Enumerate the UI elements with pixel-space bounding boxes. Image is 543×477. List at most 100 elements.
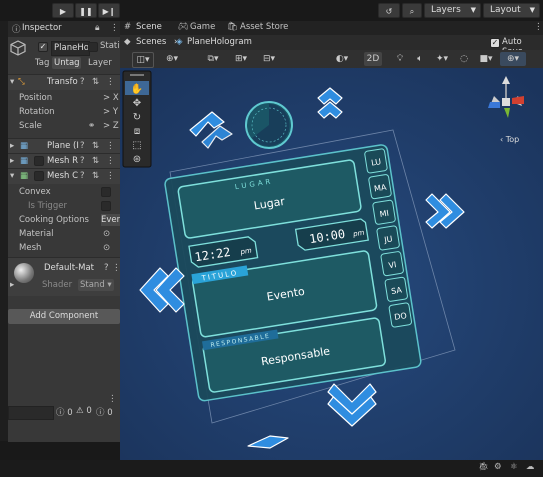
pause-button[interactable]: ❚❚ xyxy=(75,3,97,18)
tab-asset-store[interactable]: Asset Store xyxy=(240,22,288,32)
cooking-options-dropdown[interactable]: Even xyxy=(101,214,120,226)
is-trigger-checkbox[interactable] xyxy=(101,201,111,211)
rotate-tool-icon[interactable]: ↻ xyxy=(133,112,141,123)
settings-sliders-icon[interactable]: ⇅ xyxy=(92,139,99,154)
log-count[interactable]: ⓘ 0 xyxy=(96,406,113,418)
material-name: Default-Mat xyxy=(44,263,94,273)
pivot-rotation-dropdown[interactable]: ⧉▾ xyxy=(202,52,224,66)
shading-mode-dropdown[interactable]: ◐▾ xyxy=(330,52,354,66)
mesh-renderer-header[interactable]: ▸ ▦ Mesh R ? ⇅ ⋮ xyxy=(8,153,120,169)
layers-dropdown[interactable]: Layers ▼ xyxy=(424,3,481,18)
convex-checkbox[interactable] xyxy=(101,187,111,197)
static-checkbox[interactable] xyxy=(88,42,98,52)
kebab-menu-icon[interactable]: ⋮ xyxy=(534,22,543,32)
scale-x[interactable]: > Z xyxy=(103,119,119,133)
prefab-cube-icon: ◈ xyxy=(176,37,183,47)
step-button[interactable]: ▶❙ xyxy=(98,3,120,18)
help-icon[interactable]: ? xyxy=(80,139,85,154)
console-search-input[interactable] xyxy=(8,406,54,420)
tool-handle-dropdown[interactable]: ⊕▾ xyxy=(160,52,184,66)
move-tool-icon[interactable]: ✥ xyxy=(133,98,141,109)
inspector-tab[interactable]: Inspector xyxy=(22,23,62,33)
hologram-panel[interactable]: LUGAR Lugar 12:22 pm 10:00 pm TITULO Eve… xyxy=(164,144,422,402)
scene-tool-palette[interactable]: ✋ ✥ ↻ ⧈ ⬚ ⊛ xyxy=(122,70,152,168)
hand-tool-icon[interactable]: ✋ xyxy=(131,82,143,95)
material-label: Material xyxy=(19,229,54,239)
mesh-grid-icon: ▦ xyxy=(20,141,29,151)
mesh-renderer-title: Mesh R xyxy=(47,156,78,166)
error-count[interactable]: ⓘ 0 xyxy=(56,406,73,418)
tab-game[interactable]: Game xyxy=(190,22,215,32)
rotation-x[interactable]: > Y xyxy=(103,105,118,119)
object-picker-icon[interactable]: ⊙ xyxy=(103,241,110,255)
transform-header[interactable]: ▾ ⤡ Transfo ? ⇅ ⋮ xyxy=(8,74,120,90)
increment-snap-dropdown[interactable]: ⊟▾ xyxy=(258,52,280,66)
settings-sliders-icon[interactable]: ⇅ xyxy=(92,154,99,169)
add-component-button[interactable]: Add Component xyxy=(8,309,120,324)
mesh-collider-header[interactable]: ▾ ▦ Mesh C ? ⇅ ⋮ xyxy=(8,168,120,184)
enabled-checkbox[interactable] xyxy=(34,171,44,181)
enabled-checkbox[interactable] xyxy=(34,156,44,166)
mesh-filter-header[interactable]: ▸ ▦ Plane (I ? ⇅ ⋮ xyxy=(8,138,120,154)
collab-icon[interactable]: ☁ xyxy=(526,462,535,472)
kebab-menu-icon[interactable]: ⋮ xyxy=(110,23,119,33)
settings-sliders-icon[interactable]: ⇅ xyxy=(92,75,99,90)
kebab-menu-icon[interactable]: ⋮ xyxy=(106,169,115,184)
rect-tool-icon[interactable]: ⬚ xyxy=(132,140,141,151)
breadcrumb-scenes[interactable]: Scenes xyxy=(136,37,166,47)
shader-dropdown[interactable]: Stand ▾ xyxy=(78,279,114,291)
help-icon[interactable]: ? xyxy=(80,154,85,169)
lighting-toggle-icon[interactable]: 💡︎ xyxy=(392,52,408,66)
kebab-menu-icon[interactable]: ⋮ xyxy=(108,394,117,404)
help-icon[interactable]: ? xyxy=(80,75,85,90)
scene-toolbar: ◫▾ ⊕▾ ⧉▾ ⊞▾ ⊟▾ ◐▾ 2D 💡︎ 🔈︎ ✦▾ ◌ ■▾ ⊕▾ xyxy=(120,50,543,68)
auto-save-checkbox[interactable]: ✓ xyxy=(490,38,500,48)
camera-settings-icon[interactable]: ■▾ xyxy=(476,52,496,66)
lock-icon[interactable]: 🔒︎ xyxy=(95,23,100,33)
shader-value: Stand xyxy=(80,280,105,290)
play-button[interactable]: ▶ xyxy=(52,3,74,18)
foldout-arrow-icon: ▸ xyxy=(10,156,15,166)
draw-mode-dropdown[interactable]: ◫▾ xyxy=(132,52,154,68)
convex-row: Convex xyxy=(8,185,120,199)
scene-viewport[interactable]: LUGAR Lugar 12:22 pm 10:00 pm TITULO Eve… xyxy=(120,68,543,460)
tab-scene[interactable]: Scene xyxy=(136,22,162,32)
settings-sliders-icon[interactable]: ⇅ xyxy=(92,169,99,184)
active-checkbox[interactable]: ✓ xyxy=(38,42,48,52)
layers-label: Layers xyxy=(431,5,461,15)
tag-dropdown[interactable]: Untag xyxy=(52,57,81,69)
object-picker-icon[interactable]: ⊙ xyxy=(103,227,110,241)
mesh-label: Mesh xyxy=(19,243,42,253)
kebab-menu-icon[interactable]: ⋮ xyxy=(106,154,115,169)
object-name-field[interactable]: PlaneHo xyxy=(51,41,90,56)
transform-tool-icon[interactable]: ⊛ xyxy=(133,154,141,165)
kebab-menu-icon[interactable]: ⋮ xyxy=(106,75,115,90)
history-icon[interactable]: ↺ xyxy=(378,3,400,18)
gameobject-cube-icon xyxy=(10,40,26,56)
debug-mode-icon[interactable]: 🐞︎ xyxy=(478,462,489,472)
help-icon[interactable]: ? xyxy=(80,169,85,184)
layout-dropdown[interactable]: Layout ▼ xyxy=(483,3,540,18)
audio-toggle-icon[interactable]: 🔈︎ xyxy=(412,52,428,66)
hidden-objects-icon[interactable]: ◌ xyxy=(456,52,472,66)
tag-value: Untag xyxy=(54,58,80,68)
grid-snap-dropdown[interactable]: ⊞▾ xyxy=(230,52,252,66)
search-icon[interactable]: ⌕ xyxy=(402,3,422,18)
breadcrumb-planehologram[interactable]: PlaneHologram xyxy=(187,37,252,47)
kebab-menu-icon[interactable]: ⋮ xyxy=(106,139,115,154)
top-toolbar: ▶ ❚❚ ▶❙ ↺ ⌕ Layers ▼ Layout ▼ xyxy=(0,0,543,21)
network-icon[interactable]: ⚛ xyxy=(510,462,518,472)
effects-toggle-icon[interactable]: ✦▾ xyxy=(432,52,452,66)
constrain-proportions-icon[interactable]: ⚭ xyxy=(88,119,95,133)
help-icon[interactable]: ? xyxy=(104,263,109,273)
inspector-tab-bar: ⓘ Inspector 🔒︎ ⋮ xyxy=(8,21,120,37)
2d-toggle[interactable]: 2D xyxy=(364,52,382,66)
scale-tool-icon[interactable]: ⧈ xyxy=(134,126,140,137)
position-x[interactable]: > X xyxy=(103,91,119,105)
kebab-menu-icon[interactable]: ⋮ xyxy=(112,263,120,273)
day-tab-label: LU xyxy=(371,157,382,167)
warning-count[interactable]: ⚠ 0 xyxy=(76,406,92,416)
progress-icon[interactable]: ⚙ xyxy=(494,462,502,472)
material-row: Material ⊙ xyxy=(8,227,120,241)
gizmos-dropdown[interactable]: ⊕▾ xyxy=(500,52,526,66)
